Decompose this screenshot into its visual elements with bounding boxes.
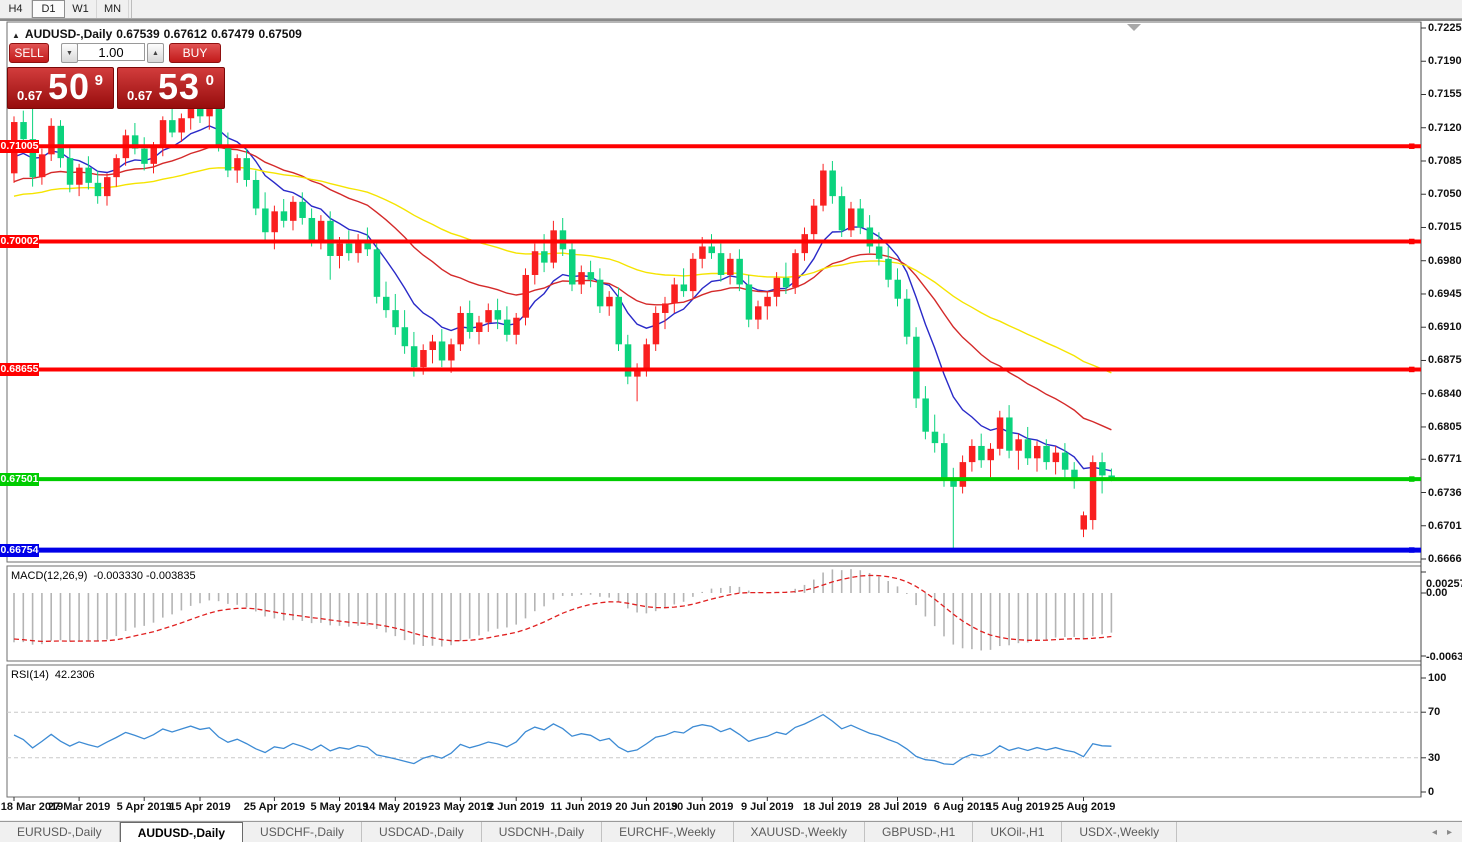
tab-scroll-left-button[interactable]: ◂ (1432, 827, 1437, 838)
timeframe-toolbar: H4D1W1MN (0, 0, 1462, 19)
rsi-tick-label: 0 (1428, 786, 1434, 798)
date-tick-label: 5 Apr 2019 (117, 801, 172, 813)
chart-tab-bar: EURUSD-,DailyAUDUSD-,DailyUSDCHF-,DailyU… (0, 821, 1462, 842)
price-tick-label: 0.68400 (1428, 388, 1462, 400)
date-tick-label: 23 May 2019 (428, 801, 492, 813)
toolbar-separator (129, 0, 132, 18)
buy-price-pipette: 0 (206, 72, 214, 89)
rsi-tick-label: 70 (1428, 706, 1440, 718)
chart-tab-usdchfdaily[interactable]: USDCHF-,Daily (243, 822, 362, 842)
chart-tab-ukoilh1[interactable]: UKOil-,H1 (973, 822, 1062, 842)
volume-decrease-button[interactable]: ▼ (61, 43, 78, 63)
sell-quote-box[interactable]: 0.67 50 9 (7, 67, 114, 109)
rsi-name: RSI(14) (11, 669, 49, 681)
macd-tick-label: -0.006326 (1426, 651, 1462, 663)
chart-canvas[interactable] (0, 19, 1462, 820)
date-tick-label: 20 Jun 2019 (615, 801, 677, 813)
timeframe-button-d1[interactable]: D1 (32, 0, 65, 18)
ohlc-high: 0.67612 (164, 27, 207, 41)
chart-tab-usdcnhdaily[interactable]: USDCNH-,Daily (482, 822, 602, 842)
price-tick-label: 0.72250 (1428, 22, 1462, 34)
volume-input[interactable] (77, 43, 145, 61)
chart-tab-eurchfweekly[interactable]: EURCHF-,Weekly (602, 822, 733, 842)
price-tick-label: 0.71550 (1428, 88, 1462, 100)
price-tick-label: 0.68750 (1428, 354, 1462, 366)
date-tick-label: 25 Aug 2019 (1052, 801, 1116, 813)
volume-increase-button[interactable]: ▲ (147, 43, 164, 63)
tab-scroll-right-button[interactable]: ▸ (1447, 827, 1452, 838)
timeframe-button-mn[interactable]: MN (97, 0, 129, 18)
level-price-tag: 0.71005 (0, 140, 39, 153)
ohlc-low: 0.67479 (211, 27, 254, 41)
macd-main-value: -0.003330 (93, 570, 143, 582)
price-tick-label: 0.68050 (1428, 421, 1462, 433)
price-tick-label: 0.67360 (1428, 487, 1462, 499)
collapse-icon[interactable]: ▲ (12, 31, 20, 40)
panel-splitter[interactable] (7, 560, 1421, 564)
price-tick-label: 0.66660 (1428, 553, 1462, 565)
sell-price-main: 50 (48, 66, 90, 108)
chart-window[interactable]: ▲AUDUSD-,Daily0.675390.676120.674790.675… (0, 19, 1462, 820)
date-tick-label: 30 Jun 2019 (671, 801, 733, 813)
macd-name: MACD(12,26,9) (11, 570, 87, 582)
price-tick-label: 0.69100 (1428, 321, 1462, 333)
macd-signal-value: -0.003835 (146, 570, 196, 582)
date-tick-label: 5 May 2019 (310, 801, 368, 813)
ohlc-open: 0.67539 (116, 27, 159, 41)
level-price-tag: 0.68655 (0, 363, 39, 376)
symbol-period-label: AUDUSD-,Daily (25, 27, 112, 41)
date-tick-label: 25 Apr 2019 (244, 801, 305, 813)
buy-quote-box[interactable]: 0.67 53 0 (117, 67, 225, 109)
ohlc-close: 0.67509 (258, 27, 301, 41)
panel-splitter[interactable] (7, 659, 1421, 663)
macd-panel (7, 566, 1421, 661)
date-tick-label: 2 Jun 2019 (488, 801, 544, 813)
rsi-indicator-label: RSI(14) 42.2306 (11, 669, 95, 681)
date-tick-label: 14 May 2019 (363, 801, 427, 813)
price-tick-label: 0.70500 (1428, 188, 1462, 200)
sell-button[interactable]: SELL (9, 43, 49, 63)
date-tick-label: 9 Jul 2019 (741, 801, 794, 813)
rsi-value: 42.2306 (55, 669, 95, 681)
price-tick-label: 0.69450 (1428, 288, 1462, 300)
price-tick-label: 0.67710 (1428, 453, 1462, 465)
buy-price-prefix: 0.67 (127, 88, 152, 103)
date-tick-label: 15 Aug 2019 (986, 801, 1050, 813)
timeframe-button-w1[interactable]: W1 (65, 0, 97, 18)
tab-nav-arrows: ◂▸ (1432, 822, 1462, 842)
chart-title: ▲ AUDUSD-,Daily 0.67539 0.67612 0.67479 0.675… (12, 27, 306, 41)
rsi-tick-label: 30 (1428, 752, 1440, 764)
chart-tab-eurusddaily[interactable]: EURUSD-,Daily (0, 822, 120, 842)
level-price-tag: 0.66754 (0, 544, 39, 557)
date-tick-label: 11 Jun 2019 (550, 801, 612, 813)
macd-tick-label: 0.00 (1426, 587, 1447, 599)
macd-indicator-label: MACD(12,26,9) -0.003330 -0.003835 (11, 570, 196, 582)
date-tick-label: 6 Aug 2019 (934, 801, 992, 813)
chart-tab-gbpusdh1[interactable]: GBPUSD-,H1 (865, 822, 973, 842)
level-price-tag: 0.67501 (0, 473, 39, 486)
price-tick-label: 0.71900 (1428, 55, 1462, 67)
date-tick-label: 28 Jul 2019 (868, 801, 927, 813)
buy-price-main: 53 (158, 66, 200, 108)
sell-price-prefix: 0.67 (17, 88, 42, 103)
price-tick-label: 0.67010 (1428, 520, 1462, 532)
one-click-trading-panel: SELL ▼ ▲ BUY 0.67 50 9 0.67 53 0 (7, 43, 225, 129)
level-price-tag: 0.70002 (0, 235, 39, 248)
buy-button[interactable]: BUY (169, 43, 221, 63)
rsi-tick-label: 100 (1428, 672, 1446, 684)
chart-tab-audusddaily[interactable]: AUDUSD-,Daily (120, 822, 243, 842)
date-tick-label: 18 Jul 2019 (803, 801, 862, 813)
price-tick-label: 0.69800 (1428, 255, 1462, 267)
price-tick-label: 0.70150 (1428, 221, 1462, 233)
chart-tab-usdcaddaily[interactable]: USDCAD-,Daily (362, 822, 482, 842)
rsi-panel (7, 665, 1421, 797)
timeframe-button-h4[interactable]: H4 (0, 0, 32, 18)
date-tick-label: 27 Mar 2019 (48, 801, 110, 813)
sell-price-pipette: 9 (95, 72, 103, 89)
chart-tab-usdxweekly[interactable]: USDX-,Weekly (1062, 822, 1177, 842)
price-tick-label: 0.71200 (1428, 122, 1462, 134)
chart-tab-xauusdweekly[interactable]: XAUUSD-,Weekly (734, 822, 865, 842)
date-tick-label: 15 Apr 2019 (169, 801, 230, 813)
price-tick-label: 0.70850 (1428, 155, 1462, 167)
